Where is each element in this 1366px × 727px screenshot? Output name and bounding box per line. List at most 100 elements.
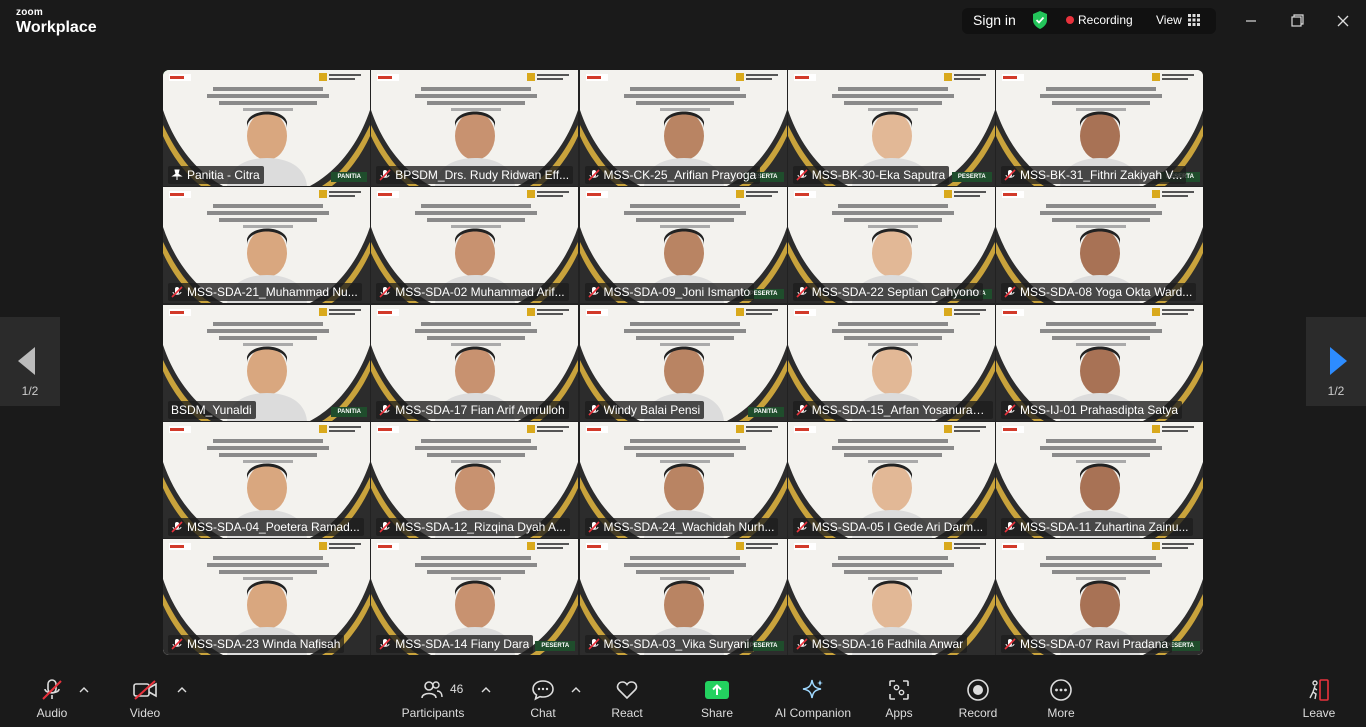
participants-options-chevron-up-icon[interactable] bbox=[481, 686, 491, 694]
participant-name: MSS-BK-31_Fithri Zakiyah V... bbox=[1020, 168, 1183, 182]
chat-button[interactable]: Chat bbox=[526, 678, 560, 720]
participant-name-label: MSS-IJ-01 Prahasdipta Satya bbox=[1001, 400, 1183, 419]
audio-button[interactable]: Audio bbox=[36, 678, 68, 720]
mic-muted-icon bbox=[379, 403, 391, 416]
participant-name-label: MSS-SDA-08 Yoga Okta Ward... bbox=[1001, 283, 1197, 302]
participant-name: MSS-SDA-12_Rizqina Dyah A... bbox=[395, 519, 566, 534]
mic-muted-icon bbox=[171, 286, 183, 298]
video-button[interactable]: Video bbox=[128, 678, 162, 720]
video-tile[interactable]: PESERTA MSS-SDA-14 Fiany Dara bbox=[371, 539, 579, 655]
participant-name-label: MSS-SDA-07 Ravi Pradana bbox=[1001, 635, 1173, 653]
mic-muted-icon bbox=[587, 169, 600, 181]
leave-label: Leave bbox=[1302, 706, 1336, 720]
mic-muted-icon bbox=[1004, 286, 1016, 298]
participant-name: BPSDM_Drs. Rudy Ridwan Eff... bbox=[395, 168, 570, 182]
participant-name: MSS-CK-25_Arifian Prayoga bbox=[603, 168, 757, 182]
mic-muted-icon bbox=[796, 521, 808, 533]
close-icon[interactable] bbox=[1332, 10, 1354, 32]
participant-name-label: Panitia - Citra bbox=[168, 166, 264, 184]
shield-icon[interactable] bbox=[1031, 10, 1049, 30]
video-label: Video bbox=[129, 706, 161, 720]
mic-muted-icon bbox=[379, 169, 391, 181]
video-tile[interactable]: PESERTA MSS-SDA-03_Vika Suryani bbox=[579, 539, 787, 655]
participants-label: Participants bbox=[401, 706, 465, 720]
sign-in-button[interactable]: Sign in bbox=[973, 12, 1016, 28]
participant-name-label: MSS-SDA-22 Septian Cahyono bbox=[792, 283, 984, 302]
apps-button[interactable]: Apps bbox=[882, 678, 916, 720]
prev-page-button[interactable]: 1/2 bbox=[0, 317, 60, 406]
video-tile[interactable]: MSS-IJ-01 Prahasdipta Satya bbox=[996, 304, 1203, 421]
gallery-grid: PANITIA Panitia - Citra BPSDM_Drs. Rudy Ri… bbox=[163, 70, 1203, 655]
participant-name-label: MSS-SDA-14 Fiany Dara bbox=[376, 635, 534, 653]
video-tile[interactable]: PANITIA Panitia - Citra bbox=[163, 70, 370, 186]
mic-muted-icon bbox=[796, 286, 808, 298]
role-badge: PESERTA bbox=[951, 172, 992, 182]
video-tile[interactable]: MSS-SDA-05 I Gede Ari Darm... bbox=[787, 421, 995, 538]
video-tile[interactable]: MSS-SDA-02 Muhammad Arif... bbox=[371, 187, 579, 304]
participant-name-label: MSS-SDA-02 Muhammad Arif... bbox=[376, 283, 569, 302]
mic-muted-icon bbox=[379, 638, 391, 650]
recording-status[interactable]: Recording bbox=[1078, 13, 1133, 27]
video-tile[interactable]: MSS-SDA-23 Winda Nafisah bbox=[163, 539, 370, 655]
leave-button[interactable]: Leave bbox=[1302, 678, 1336, 720]
participant-name-label: MSS-SDA-17 Fian Arif Amrulloh bbox=[376, 400, 569, 419]
participant-name-label: MSS-SDA-21_Muhammad Nu... bbox=[168, 283, 362, 302]
participant-name: MSS-SDA-11 Zuhartina Zainu... bbox=[1020, 519, 1189, 534]
minimize-icon[interactable] bbox=[1240, 10, 1262, 32]
participant-name: MSS-SDA-03_Vika Suryani bbox=[603, 637, 750, 651]
video-tile[interactable]: PESERTA MSS-CK-25_Arifian Prayoga bbox=[579, 70, 787, 186]
video-tile[interactable]: MSS-SDA-24_Wachidah Nurh... bbox=[579, 421, 787, 538]
video-tile[interactable]: PESERTAMSS-BK-31_Fithri Zakiyah V... bbox=[996, 70, 1203, 186]
video-tile[interactable]: MSS-SDA-17 Fian Arif Amrulloh bbox=[371, 304, 579, 421]
page-indicator-right: 1/2 bbox=[1327, 384, 1345, 398]
maximize-icon[interactable] bbox=[1286, 10, 1308, 32]
share-screen-icon bbox=[705, 681, 729, 699]
video-tile[interactable]: PESERTA MSS-SDA-09_Joni Ismanto bbox=[579, 187, 787, 304]
video-tile[interactable]: MSS-SDA-15_Arfan Yosanurah... bbox=[787, 304, 995, 421]
mic-muted-icon bbox=[1004, 638, 1016, 650]
video-tile[interactable]: MSS-SDA-08 Yoga Okta Ward... bbox=[996, 187, 1203, 304]
video-tile[interactable]: PESERTA MSS-SDA-07 Ravi Pradana bbox=[996, 539, 1203, 655]
participant-name: MSS-SDA-15_Arfan Yosanurah... bbox=[811, 402, 989, 417]
video-tile[interactable]: MSS-SDA-11 Zuhartina Zainu... bbox=[996, 421, 1203, 538]
role-badge: PANITIA bbox=[331, 172, 367, 182]
mic-muted-icon bbox=[587, 286, 600, 298]
react-button[interactable]: React bbox=[610, 678, 644, 720]
ai-companion-button[interactable]: AI Companion bbox=[772, 678, 854, 720]
participant-name: MSS-BK-30-Eka Saputra bbox=[811, 168, 946, 182]
camera-off-icon bbox=[133, 680, 157, 700]
record-label: Record bbox=[958, 706, 998, 720]
record-button[interactable]: Record bbox=[958, 678, 998, 720]
video-tile[interactable]: MSS-SDA-04_Poetera Ramad... bbox=[163, 421, 370, 538]
participant-name-label: MSS-SDA-16 Fadhila Anwar bbox=[792, 635, 968, 653]
page-indicator-left: 1/2 bbox=[21, 384, 39, 398]
more-button[interactable]: More bbox=[1044, 678, 1078, 720]
chat-bubble-icon bbox=[532, 680, 554, 701]
role-badge: PESERTA bbox=[535, 641, 576, 651]
mic-muted-icon bbox=[171, 521, 183, 533]
video-tile[interactable]: PANITIA Windy Balai Pensi bbox=[579, 304, 787, 421]
share-label: Share bbox=[700, 706, 734, 720]
audio-options-chevron-up-icon[interactable] bbox=[79, 686, 89, 694]
participant-name: MSS-SDA-14 Fiany Dara bbox=[395, 637, 530, 651]
mic-muted-icon bbox=[587, 638, 600, 650]
video-tile[interactable]: PANITIA BSDM_Yunaldi bbox=[163, 304, 370, 421]
video-options-chevron-up-icon[interactable] bbox=[177, 686, 187, 694]
video-tile[interactable]: PESERTA MSS-BK-30-Eka Saputra bbox=[787, 70, 995, 186]
participant-name-label: MSS-SDA-15_Arfan Yosanurah... bbox=[792, 400, 993, 419]
mic-muted-icon bbox=[379, 521, 391, 533]
participant-name-label: MSS-SDA-09_Joni Ismanto bbox=[584, 283, 755, 302]
grid-view-icon[interactable] bbox=[1188, 14, 1200, 26]
next-page-button[interactable]: 1/2 bbox=[1306, 317, 1366, 406]
share-button[interactable]: Share bbox=[700, 678, 734, 720]
participant-name-label: BSDM_Yunaldi bbox=[168, 400, 256, 419]
chat-options-chevron-up-icon[interactable] bbox=[571, 686, 581, 694]
video-tile[interactable]: MSS-SDA-21_Muhammad Nu... bbox=[163, 187, 370, 304]
video-tile[interactable]: MSS-SDA-16 Fadhila Anwar bbox=[787, 539, 995, 655]
participant-name: MSS-SDA-09_Joni Ismanto bbox=[603, 285, 751, 300]
video-tile[interactable]: MSS-SDA-12_Rizqina Dyah A... bbox=[371, 421, 579, 538]
participant-name-label: MSS-SDA-03_Vika Suryani bbox=[584, 635, 754, 653]
view-button[interactable]: View bbox=[1156, 13, 1182, 27]
video-tile[interactable]: PESERTAMSS-SDA-22 Septian Cahyono bbox=[787, 187, 995, 304]
video-tile[interactable]: BPSDM_Drs. Rudy Ridwan Eff... bbox=[371, 70, 579, 186]
